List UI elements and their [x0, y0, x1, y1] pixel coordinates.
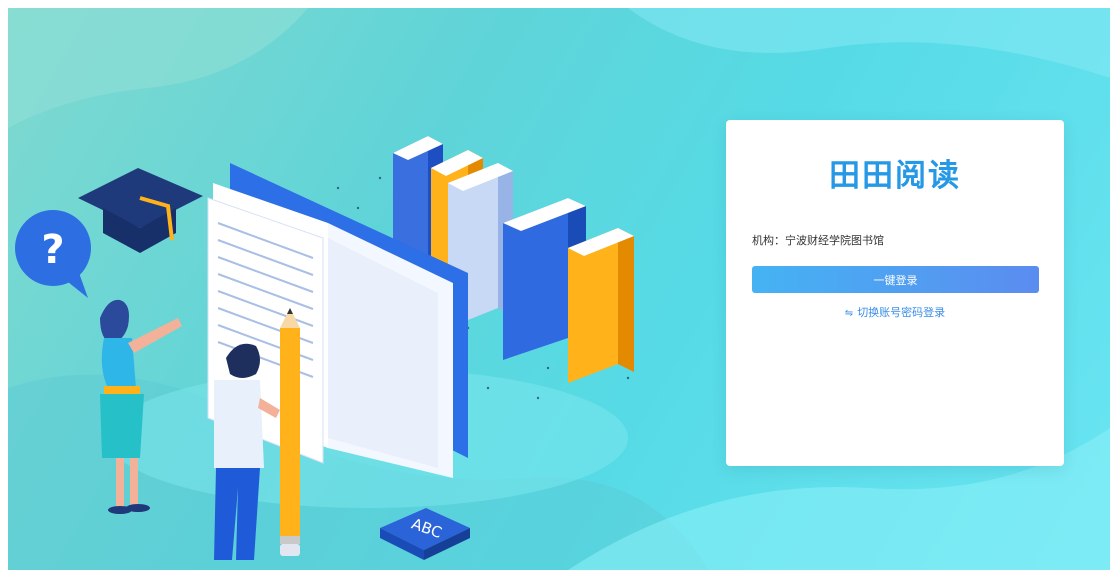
switch-password-login-label: 切换账号密码登录: [857, 306, 946, 319]
login-card: 田田阅读 机构：宁波财经学院图书馆 一键登录 ⇋ 切换账号密码登录: [726, 120, 1064, 466]
question-bubble: ?: [15, 210, 91, 298]
switch-password-login-link[interactable]: ⇋ 切换账号密码登录: [726, 304, 1064, 320]
login-page-background: ? ABC 田田阅读 机构：宁波财经学院图书馆 一键登录 ⇋ 切换账号密码登录: [8, 8, 1110, 570]
abc-block: ABC: [380, 508, 470, 560]
brand-title: 田田阅读: [829, 158, 961, 194]
reading-illustration: ? ABC: [15, 136, 634, 560]
svg-text:?: ?: [41, 227, 64, 273]
swap-icon: ⇋: [844, 308, 854, 319]
one-click-login-button[interactable]: 一键登录: [752, 266, 1039, 293]
pencil: [280, 308, 300, 556]
organization-label: 机构：宁波财经学院图书馆: [752, 234, 884, 247]
graduation-cap: [78, 168, 203, 253]
